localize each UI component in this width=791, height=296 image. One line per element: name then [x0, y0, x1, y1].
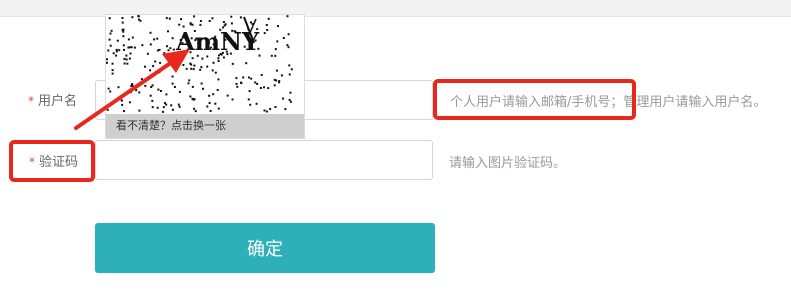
captcha-label: * 验证码 — [29, 151, 78, 170]
captcha-input[interactable] — [95, 140, 433, 180]
required-mark: * — [29, 155, 35, 169]
username-hint: 个人用户请输入邮箱/手机号；管理用户请输入用户名。 — [450, 95, 767, 110]
captcha-hint: 请输入图片验证码。 — [449, 156, 567, 171]
captcha-image[interactable]: AmNY 看不清楚？点击换一张 — [105, 14, 305, 139]
submit-button[interactable]: 确定 — [95, 223, 435, 273]
required-mark: * — [28, 94, 34, 108]
captcha-label-text: 验证码 — [39, 155, 79, 170]
username-label-text: 用户名 — [38, 94, 78, 109]
captcha-text: AmNY — [175, 27, 260, 56]
captcha-noise: AmNY — [106, 15, 293, 113]
captcha-refresh-link[interactable]: 看不清楚？点击换一张 — [106, 114, 304, 138]
username-label: * 用户名 — [28, 90, 77, 109]
